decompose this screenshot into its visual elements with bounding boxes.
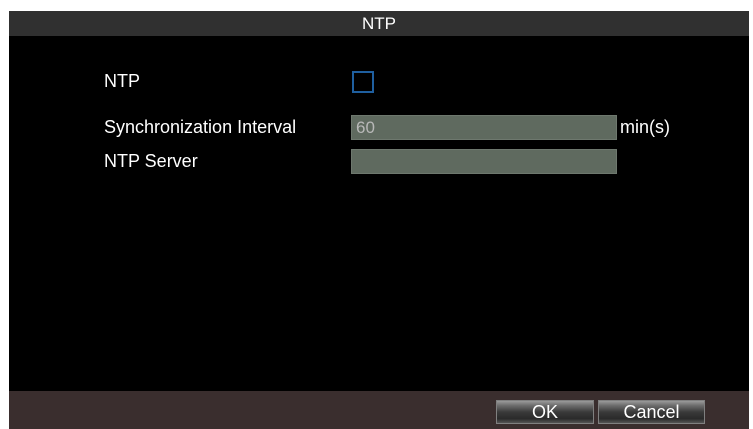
cancel-button[interactable]: Cancel (598, 400, 705, 424)
sync-interval-input[interactable]: 60 (351, 115, 617, 140)
ntp-server-label: NTP Server (104, 151, 198, 171)
dialog-title: NTP (362, 14, 396, 33)
dialog-title-bar: NTP (9, 11, 749, 36)
ntp-label: NTP (104, 71, 140, 91)
ok-button[interactable]: OK (496, 400, 594, 424)
sync-interval-unit: min(s) (620, 117, 670, 137)
sync-interval-label: Synchronization Interval (104, 117, 297, 137)
dialog-content: NTP Synchronization Interval 60 min(s) N… (9, 36, 749, 391)
dialog-button-bar: OK Cancel (9, 391, 749, 429)
ntp-enable-checkbox[interactable] (352, 71, 374, 93)
ntp-dialog: NTP NTP Synchronization Interval 60 min(… (9, 11, 749, 429)
ntp-server-input[interactable] (351, 149, 617, 174)
